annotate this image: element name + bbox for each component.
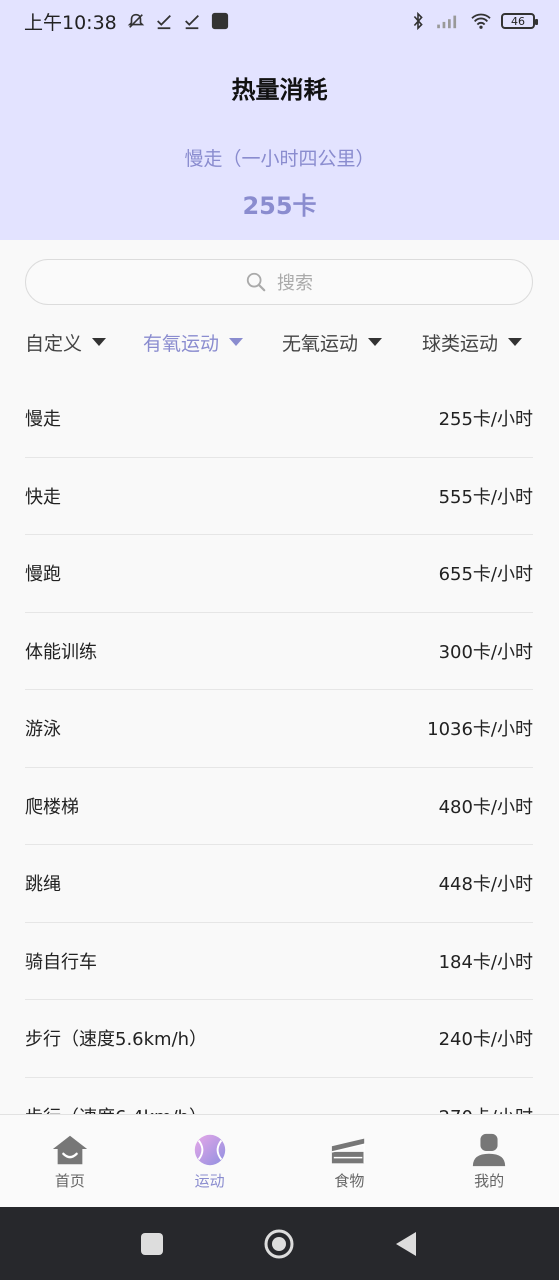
- tab-label: 我的: [474, 1171, 505, 1190]
- list-item[interactable]: 游泳 1036卡/小时: [25, 690, 533, 768]
- search-icon: [246, 272, 266, 292]
- exercise-kcal: 655卡/小时: [438, 564, 533, 586]
- search-input[interactable]: 搜索: [25, 259, 533, 305]
- page-title: 热量消耗: [231, 76, 328, 104]
- filter-label: 有氧运动: [143, 332, 220, 355]
- tab-mine[interactable]: 我的: [419, 1115, 559, 1207]
- tab-sports[interactable]: 运动: [140, 1115, 280, 1207]
- exercise-name: 骑自行车: [25, 951, 97, 973]
- exercise-kcal: 555卡/小时: [438, 486, 533, 508]
- exercise-kcal: 255卡/小时: [438, 409, 533, 431]
- exercise-name: 体能训练: [25, 641, 97, 663]
- filter-label: 自定义: [25, 332, 83, 355]
- list-item[interactable]: 爬楼梯 480卡/小时: [25, 768, 533, 845]
- status-time: 上午10:38: [24, 11, 117, 34]
- exercise-name: 步行（速度6.4km/h）: [25, 1103, 207, 1114]
- dropdown-arrow-icon: [368, 338, 383, 346]
- signal-icon: [437, 15, 457, 29]
- exercise-kcal: 1036卡/小时: [427, 719, 533, 741]
- exercise-name: 慢跑: [25, 564, 61, 586]
- dropdown-arrow-icon: [508, 338, 523, 346]
- bottom-tab-bar: 首页 运动 食物 我的: [0, 1114, 559, 1207]
- filter-custom[interactable]: 自定义: [25, 322, 107, 362]
- check-icon: [156, 14, 171, 30]
- exercise-name: 快走: [25, 486, 61, 508]
- bluetooth-icon: [413, 12, 423, 30]
- home-icon: [52, 1135, 87, 1164]
- filter-bar: 自定义 有氧运动 无氧运动 球类运动: [0, 322, 559, 362]
- status-bar: 上午10:38 46: [0, 0, 559, 42]
- mute-bell-icon: [127, 13, 145, 28]
- list-item[interactable]: 慢走 255卡/小时: [25, 380, 533, 458]
- tab-label: 食物: [334, 1171, 365, 1190]
- filter-label: 无氧运动: [282, 332, 359, 355]
- filter-ball-sports[interactable]: 球类运动: [422, 322, 523, 362]
- list-item[interactable]: 跳绳 448卡/小时: [25, 845, 533, 923]
- cake-icon: [332, 1138, 366, 1163]
- home-button-icon[interactable]: [263, 1228, 295, 1260]
- dropdown-arrow-icon: [229, 338, 244, 346]
- selected-exercise-name: 慢走（一小时四公里）: [184, 148, 375, 170]
- exercise-kcal: 480卡/小时: [438, 796, 533, 818]
- back-icon[interactable]: [394, 1230, 418, 1258]
- exercise-name: 游泳: [25, 719, 61, 741]
- person-icon: [472, 1133, 506, 1166]
- list-item[interactable]: 步行（速度6.4km/h） 270卡/小时: [25, 1078, 533, 1114]
- filter-label: 球类运动: [422, 332, 499, 355]
- selected-exercise-kcal: 255卡: [242, 192, 317, 220]
- exercise-name: 慢走: [25, 409, 61, 431]
- tab-label: 运动: [194, 1171, 225, 1190]
- list-item[interactable]: 快走 555卡/小时: [25, 458, 533, 535]
- list-item[interactable]: 步行（速度5.6km/h） 240卡/小时: [25, 1000, 533, 1078]
- exercise-name: 步行（速度5.6km/h）: [25, 1029, 208, 1051]
- filter-anaerobic[interactable]: 无氧运动: [282, 322, 383, 362]
- list-item[interactable]: 骑自行车 184卡/小时: [25, 923, 533, 1000]
- recent-apps-icon[interactable]: [140, 1232, 164, 1256]
- exercise-kcal: 270卡/小时: [439, 1103, 533, 1114]
- ball-icon: [194, 1134, 225, 1165]
- list-item[interactable]: 慢跑 655卡/小时: [25, 535, 533, 613]
- search-placeholder: 搜索: [277, 273, 313, 294]
- dropdown-arrow-icon: [92, 338, 107, 346]
- filter-aerobic[interactable]: 有氧运动: [143, 322, 244, 362]
- exercise-list[interactable]: 慢走 255卡/小时 快走 555卡/小时 慢跑 655卡/小时 体能训练 300卡/小…: [25, 380, 533, 1114]
- exercise-name: 跳绳: [25, 874, 61, 896]
- tab-label: 首页: [54, 1171, 85, 1190]
- tab-food[interactable]: 食物: [280, 1115, 420, 1207]
- list-item[interactable]: 体能训练 300卡/小时: [25, 613, 533, 690]
- battery-icon: 46: [501, 13, 538, 29]
- exercise-kcal: 240卡/小时: [438, 1029, 533, 1051]
- tab-home[interactable]: 首页: [0, 1115, 140, 1207]
- app-square-icon: [211, 12, 228, 30]
- exercise-kcal: 300卡/小时: [438, 641, 533, 663]
- check-icon: [184, 14, 199, 30]
- exercise-kcal: 184卡/小时: [438, 951, 533, 973]
- system-navigation-bar: [0, 1207, 559, 1280]
- exercise-name: 爬楼梯: [25, 796, 79, 818]
- exercise-kcal: 448卡/小时: [438, 874, 533, 896]
- wifi-icon: [471, 13, 491, 29]
